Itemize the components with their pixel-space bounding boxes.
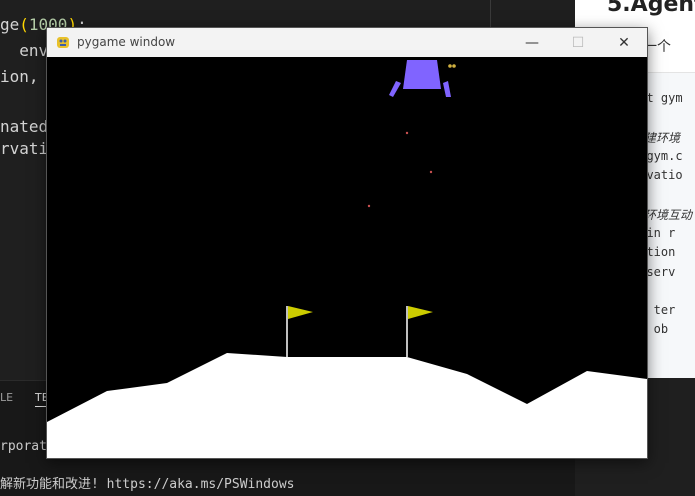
- editor-line: nated: [0, 117, 49, 136]
- pygame-snake-icon: [57, 37, 69, 48]
- terminal-line: 解新功能和改进! https://aka.ms/PSWindows: [0, 477, 295, 492]
- editor-line: rvati: [0, 139, 49, 158]
- close-icon: ✕: [618, 34, 630, 51]
- doc-heading: 5.Agent: [607, 0, 695, 17]
- window-title: pygame window: [77, 35, 176, 49]
- pygame-window[interactable]: pygame window — ☐ ✕: [46, 27, 648, 459]
- maximize-button[interactable]: ☐: [555, 28, 601, 57]
- editor-line: ion,: [0, 67, 39, 86]
- lunar-lander-scene: [47, 57, 647, 458]
- minimize-icon: —: [525, 34, 539, 51]
- game-canvas[interactable]: [47, 57, 647, 458]
- window-titlebar[interactable]: pygame window — ☐ ✕: [47, 28, 647, 57]
- minimize-button[interactable]: —: [509, 28, 555, 57]
- maximize-icon: ☐: [571, 34, 585, 51]
- close-button[interactable]: ✕: [601, 28, 647, 57]
- panel-tab[interactable]: LE: [0, 391, 13, 404]
